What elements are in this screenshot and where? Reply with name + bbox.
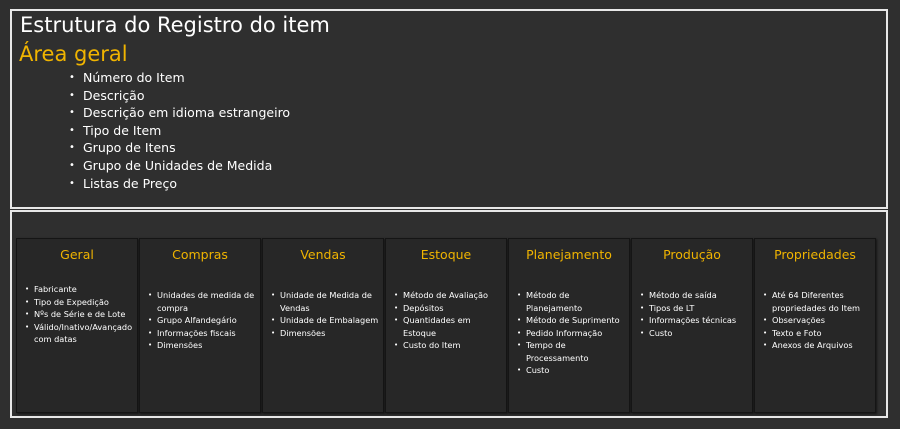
- tab-card-propriedades: Propriedades Até 64 Diferentes proprieda…: [754, 238, 876, 413]
- card-title: Compras: [172, 247, 228, 262]
- list-item: Tipo de Item: [69, 122, 290, 140]
- tab-card-producao: Produção Método de saída Tipos de LT Inf…: [631, 238, 753, 413]
- list-item: Método de saída: [640, 289, 748, 302]
- list-item: Tipo de Expedição: [25, 296, 133, 309]
- list-item: Grupo de Itens: [69, 139, 290, 157]
- list-item: Unidade de Embalagem: [271, 314, 379, 327]
- list-item: Nºs de Série e de Lote: [25, 308, 133, 321]
- list-item: Tempo de Processamento: [517, 339, 625, 364]
- card-title: Planejamento: [526, 247, 612, 262]
- item-master-data-general-area: Estrutura do Registro do item Área geral…: [10, 9, 888, 209]
- tab-panel-area: Geral Fabricante Tipo de Expedição Nºs d…: [10, 210, 888, 418]
- list-item: Método de Suprimento: [517, 314, 625, 327]
- card-title: Estoque: [420, 247, 472, 262]
- list-item: Custo: [517, 364, 625, 377]
- card-list: Método de Avaliação Depósitos Quantidade…: [394, 289, 502, 352]
- card-list: Até 64 Diferentes propriedades do Item O…: [763, 289, 871, 352]
- list-item: Custo do Item: [394, 339, 502, 352]
- tab-card-compras: Compras Unidades de medida de compra Gru…: [139, 238, 261, 413]
- card-list: Unidade de Medida de Vendas Unidade de E…: [271, 289, 379, 339]
- card-title: Produção: [663, 247, 721, 262]
- list-item: Texto e Foto: [763, 327, 871, 340]
- list-item: Pedido Informação: [517, 327, 625, 340]
- list-item: Anexos de Arquivos: [763, 339, 871, 352]
- list-item: Listas de Preço: [69, 175, 290, 193]
- list-item: Método de Avaliação: [394, 289, 502, 302]
- list-item: Tipos de LT: [640, 302, 748, 315]
- card-list: Unidades de medida de compra Grupo Alfan…: [148, 289, 256, 352]
- list-item: Válido/Inativo/Avançado com datas: [25, 321, 133, 346]
- list-item: Dimensões: [148, 339, 256, 352]
- list-item: Dimensões: [271, 327, 379, 340]
- card-title: Vendas: [300, 247, 346, 262]
- tab-card-vendas: Vendas Unidade de Medida de Vendas Unida…: [262, 238, 384, 413]
- list-item: Informações técnicas: [640, 314, 748, 327]
- list-item: Unidade de Medida de Vendas: [271, 289, 379, 314]
- card-list: Fabricante Tipo de Expedição Nºs de Séri…: [25, 283, 133, 346]
- list-item: Grupo Alfandegário: [148, 314, 256, 327]
- list-item: Observações: [763, 314, 871, 327]
- card-title: Propriedades: [774, 247, 856, 262]
- page-title: Estrutura do Registro do item: [20, 13, 330, 37]
- list-item: Quantidades em Estoque: [394, 314, 502, 339]
- list-item: Informações fiscais: [148, 327, 256, 340]
- general-field-list: Número do Item Descrição Descrição em id…: [69, 69, 290, 192]
- list-item: Método de Planejamento: [517, 289, 625, 314]
- list-item: Descrição: [69, 87, 290, 105]
- list-item: Unidades de medida de compra: [148, 289, 256, 314]
- list-item: Custo: [640, 327, 748, 340]
- card-title: Geral: [60, 247, 94, 262]
- list-item: Grupo de Unidades de Medida: [69, 157, 290, 175]
- list-item: Descrição em idioma estrangeiro: [69, 104, 290, 122]
- tab-card-planejamento: Planejamento Método de Planejamento Méto…: [508, 238, 630, 413]
- list-item: Fabricante: [25, 283, 133, 296]
- section-title: Área geral: [19, 42, 128, 66]
- list-item: Número do Item: [69, 69, 290, 87]
- tab-card-geral: Geral Fabricante Tipo de Expedição Nºs d…: [16, 238, 138, 413]
- list-item: Depósitos: [394, 302, 502, 315]
- card-list: Método de Planejamento Método de Suprime…: [517, 289, 625, 377]
- card-list: Método de saída Tipos de LT Informações …: [640, 289, 748, 339]
- tab-card-estoque: Estoque Método de Avaliação Depósitos Qu…: [385, 238, 507, 413]
- list-item: Até 64 Diferentes propriedades do Item: [763, 289, 871, 314]
